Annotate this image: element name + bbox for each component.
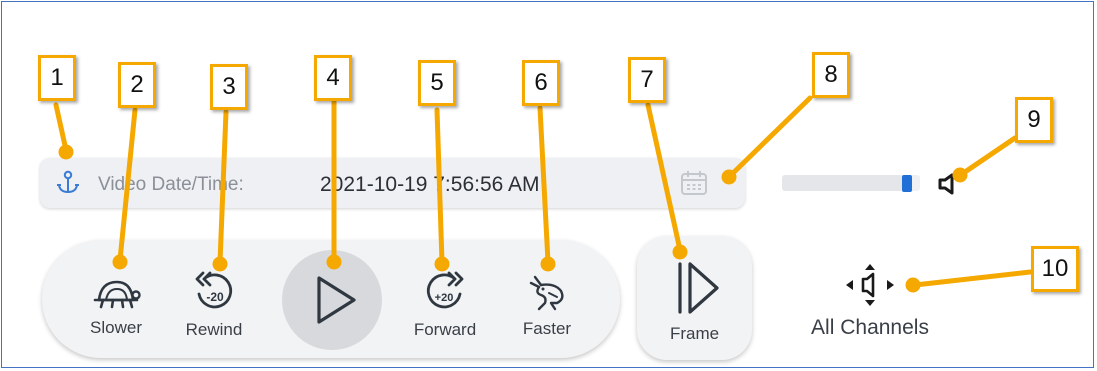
callout-3: 3 — [210, 64, 248, 110]
callout-10: 10 — [1031, 246, 1079, 292]
callout-8: 8 — [812, 52, 850, 98]
callout-6: 6 — [522, 60, 560, 106]
callout-2: 2 — [118, 62, 156, 108]
callout-leader-lines — [53, 95, 1033, 293]
callout-1: 1 — [38, 55, 76, 101]
callout-5: 5 — [418, 60, 456, 106]
callout-7: 7 — [628, 57, 666, 103]
callout-4: 4 — [314, 55, 352, 101]
callout-9: 9 — [1015, 97, 1053, 143]
